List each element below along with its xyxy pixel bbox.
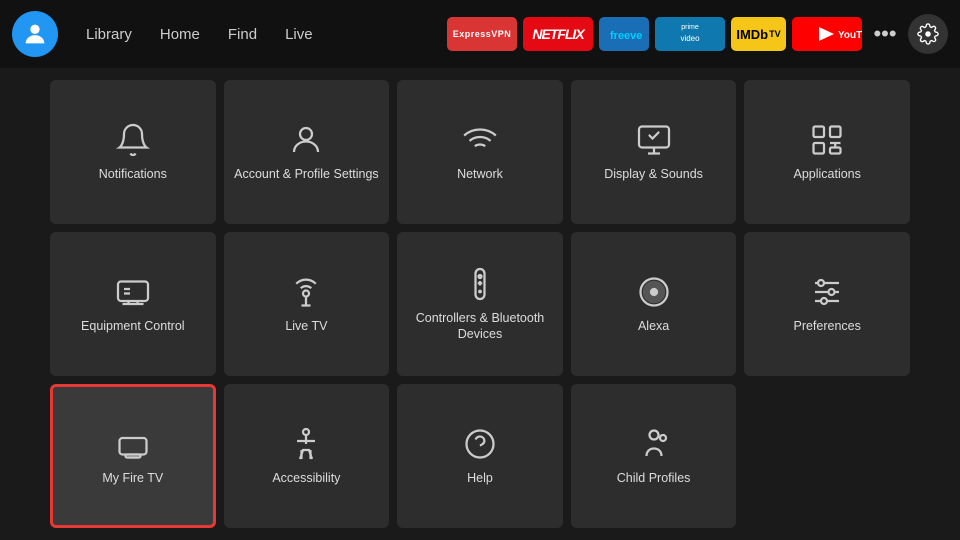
antenna-icon	[288, 274, 324, 310]
imdb-shortcut[interactable]: IMDbTV	[731, 17, 786, 51]
nav-library[interactable]: Library	[74, 20, 144, 49]
person-icon	[288, 122, 324, 158]
expressvpn-shortcut[interactable]: ExpressVPN	[447, 17, 517, 51]
help-icon	[462, 426, 498, 462]
svg-text:YouTube: YouTube	[838, 30, 862, 41]
grid-applications[interactable]: Applications	[744, 80, 910, 224]
child-profiles-label: Child Profiles	[617, 470, 691, 486]
settings-grid: Notifications Account & Profile Settings…	[0, 68, 960, 540]
accessibility-label: Accessibility	[272, 470, 340, 486]
my-fire-tv-label: My Fire TV	[102, 470, 163, 486]
app-shortcuts: ExpressVPN NETFLIX freevee prime video I…	[447, 14, 948, 54]
apps-icon	[809, 122, 845, 158]
nav-live[interactable]: Live	[273, 20, 325, 49]
alexa-icon	[636, 274, 672, 310]
more-button[interactable]: •••	[868, 17, 902, 51]
applications-label: Applications	[793, 166, 860, 182]
top-navigation: Library Home Find Live ExpressVPN NETFLI…	[0, 0, 960, 68]
grid-account[interactable]: Account & Profile Settings	[224, 80, 390, 224]
equipment-control-label: Equipment Control	[81, 318, 185, 334]
netflix-shortcut[interactable]: NETFLIX	[523, 17, 593, 51]
help-label: Help	[467, 470, 493, 486]
live-tv-label: Live TV	[285, 318, 327, 334]
grid-preferences[interactable]: Preferences	[744, 232, 910, 376]
grid-network[interactable]: Network	[397, 80, 563, 224]
youtube-shortcut[interactable]: YouTube	[792, 17, 862, 51]
svg-text:freevee: freevee	[610, 30, 642, 42]
alexa-label: Alexa	[638, 318, 669, 334]
firetv-icon	[115, 426, 151, 462]
grid-display-sounds[interactable]: Display & Sounds	[571, 80, 737, 224]
svg-text:video: video	[680, 34, 700, 43]
grid-equipment-control[interactable]: Equipment Control	[50, 232, 216, 376]
remote-icon	[462, 266, 498, 302]
settings-button[interactable]	[908, 14, 948, 54]
controllers-label: Controllers & Bluetooth Devices	[403, 310, 557, 343]
notifications-label: Notifications	[99, 166, 167, 182]
prime-shortcut[interactable]: prime video	[655, 17, 725, 51]
svg-text:prime: prime	[681, 24, 699, 31]
preferences-label: Preferences	[793, 318, 860, 334]
tv-icon	[115, 274, 151, 310]
accessibility-icon	[288, 426, 324, 462]
grid-alexa[interactable]: Alexa	[571, 232, 737, 376]
grid-controllers[interactable]: Controllers & Bluetooth Devices	[397, 232, 563, 376]
nav-links: Library Home Find Live	[74, 20, 325, 49]
freevee-shortcut[interactable]: freevee	[599, 17, 649, 51]
display-sounds-label: Display & Sounds	[604, 166, 703, 182]
grid-live-tv[interactable]: Live TV	[224, 232, 390, 376]
wifi-icon	[462, 122, 498, 158]
nav-home[interactable]: Home	[148, 20, 212, 49]
display-icon	[636, 122, 672, 158]
sliders-icon	[809, 274, 845, 310]
network-label: Network	[457, 166, 503, 182]
empty-cell	[744, 384, 910, 528]
grid-my-fire-tv[interactable]: My Fire TV	[50, 384, 216, 528]
grid-accessibility[interactable]: Accessibility	[224, 384, 390, 528]
nav-find[interactable]: Find	[216, 20, 269, 49]
grid-help[interactable]: Help	[397, 384, 563, 528]
child-icon	[636, 426, 672, 462]
grid-child-profiles[interactable]: Child Profiles	[571, 384, 737, 528]
account-label: Account & Profile Settings	[234, 166, 379, 182]
user-avatar[interactable]	[12, 11, 58, 57]
bell-icon	[115, 122, 151, 158]
grid-notifications[interactable]: Notifications	[50, 80, 216, 224]
